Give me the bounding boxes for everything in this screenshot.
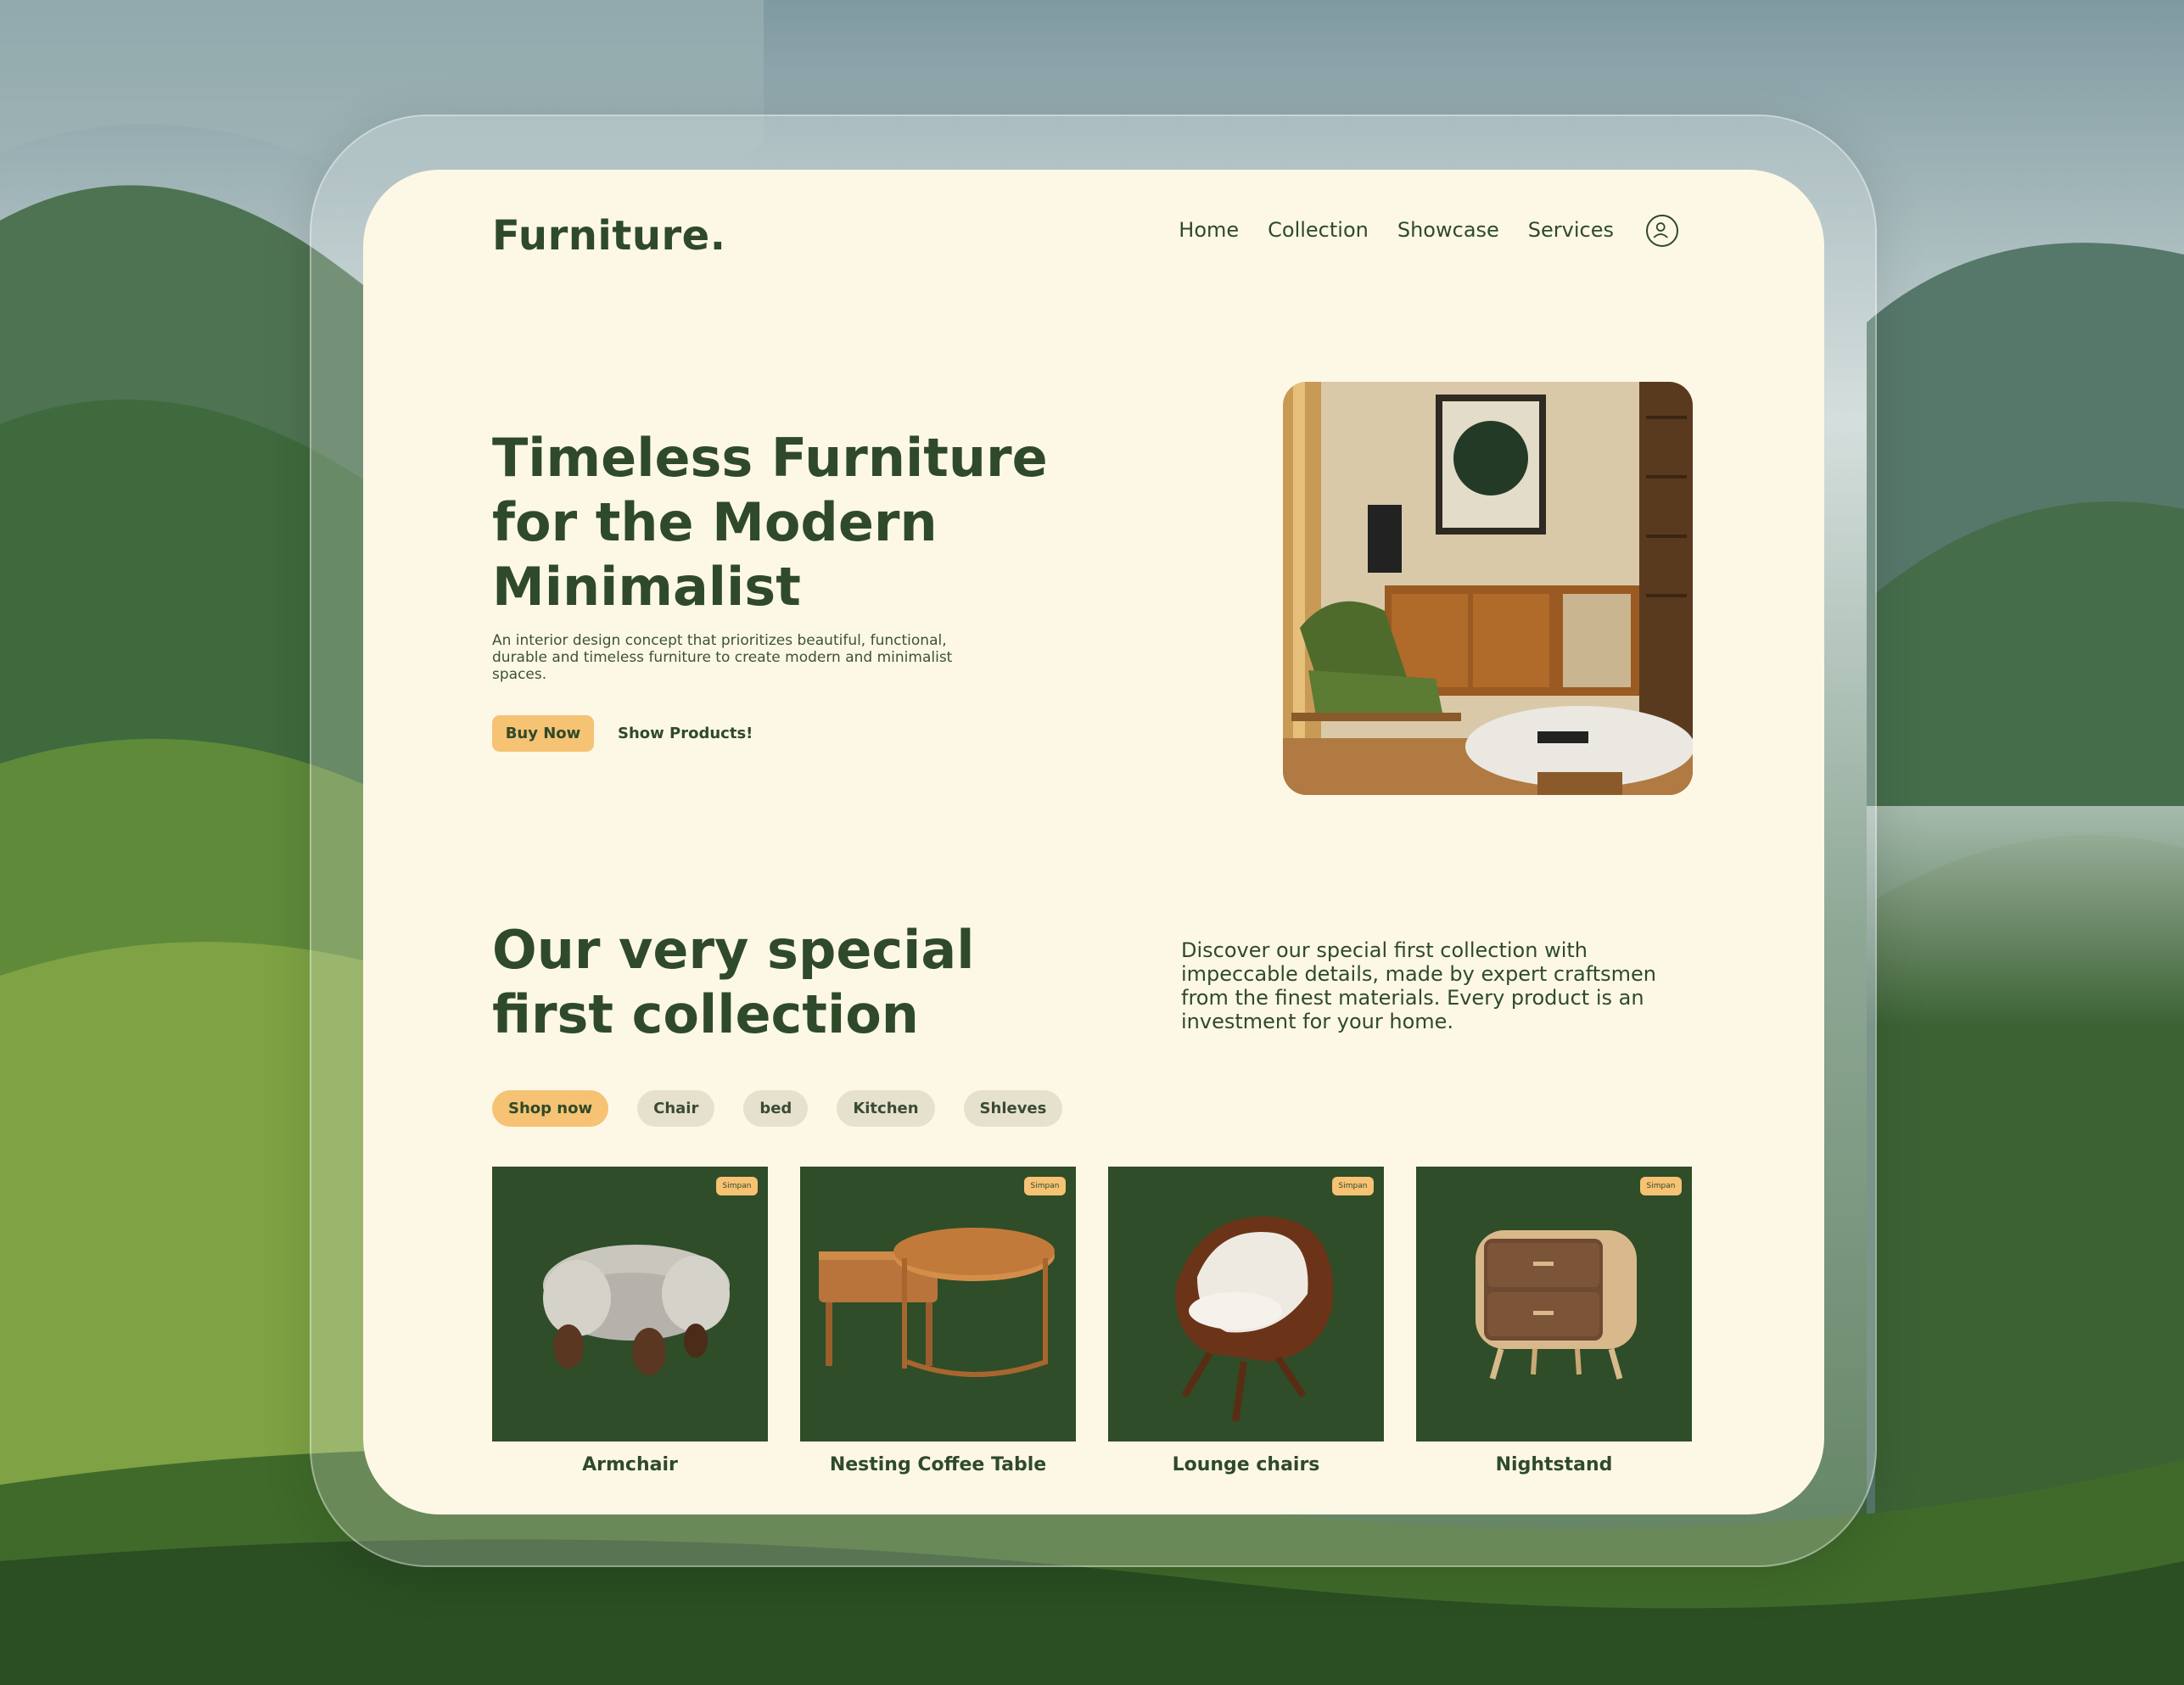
armchair-image: Simpan bbox=[492, 1167, 768, 1441]
chip-shop-now[interactable]: Shop now bbox=[492, 1090, 609, 1127]
collection-description: Discover our special first collection wi… bbox=[1181, 938, 1656, 1033]
buy-now-button[interactable]: Buy Now bbox=[492, 715, 594, 752]
nightstand-image: Simpan bbox=[1416, 1167, 1692, 1441]
user-profile-icon[interactable] bbox=[1646, 215, 1678, 247]
nav-collection[interactable]: Collection bbox=[1268, 218, 1369, 242]
nav-showcase[interactable]: Showcase bbox=[1397, 218, 1499, 242]
product-card[interactable]: Simpan Lounge chairs bbox=[1108, 1167, 1384, 1475]
save-tag[interactable]: Simpan bbox=[1332, 1177, 1374, 1195]
chip-shelves[interactable]: Shleves bbox=[963, 1090, 1063, 1127]
category-filter: Shop now Chair bed Kitchen Shleves bbox=[492, 1090, 1063, 1127]
nav-home[interactable]: Home bbox=[1179, 218, 1239, 242]
save-tag[interactable]: Simpan bbox=[1024, 1177, 1066, 1195]
chip-kitchen[interactable]: Kitchen bbox=[837, 1090, 935, 1127]
nav-services[interactable]: Services bbox=[1528, 218, 1614, 242]
hero-description: An interior design concept that prioriti… bbox=[492, 632, 953, 683]
website-card: Furniture. Home Collection Showcase Serv… bbox=[363, 170, 1824, 1514]
product-card[interactable]: Simpan Nightstand bbox=[1416, 1167, 1692, 1475]
product-name: Nightstand bbox=[1495, 1454, 1613, 1475]
chip-chair[interactable]: Chair bbox=[637, 1090, 715, 1127]
product-name: Lounge chairs bbox=[1172, 1454, 1320, 1475]
product-name: Nesting Coffee Table bbox=[829, 1454, 1047, 1475]
product-card[interactable]: Simpan Nesting Coffee Table bbox=[800, 1167, 1076, 1475]
living-room-image bbox=[1283, 382, 1693, 795]
chip-bed[interactable]: bed bbox=[743, 1090, 809, 1127]
hero-title: Timeless Furniture for the Modern Minima… bbox=[492, 427, 1048, 618]
product-name: Armchair bbox=[582, 1454, 678, 1475]
show-products-button[interactable]: Show Products! bbox=[618, 715, 753, 752]
collection-title: Our very special first collection bbox=[492, 919, 975, 1045]
product-card[interactable]: Simpan Armchair bbox=[492, 1167, 768, 1475]
save-tag[interactable]: Simpan bbox=[716, 1177, 758, 1195]
product-grid: Simpan Armchair Simpan Nesting Coffee Ta… bbox=[492, 1167, 1692, 1475]
lounge-chair-image: Simpan bbox=[1108, 1167, 1384, 1441]
main-nav: Home Collection Showcase Services bbox=[1179, 218, 1614, 242]
brand-logo[interactable]: Furniture. bbox=[492, 212, 725, 260]
save-tag[interactable]: Simpan bbox=[1640, 1177, 1682, 1195]
coffee-table-image: Simpan bbox=[800, 1167, 1076, 1441]
